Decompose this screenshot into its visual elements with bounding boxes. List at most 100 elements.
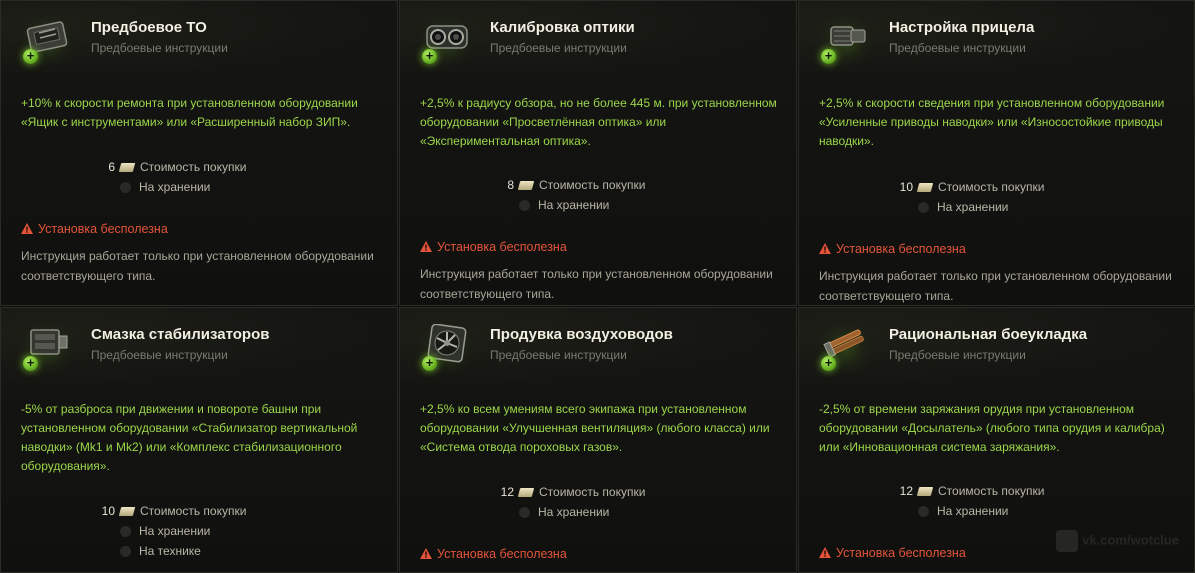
stabilizer-icon: + xyxy=(19,320,75,372)
card-description: +2,5% ко всем умениям всего экипажа при … xyxy=(420,402,770,454)
storage-label: На хранении xyxy=(937,200,1009,214)
instruction-card-ventilation[interactable]: + Продувка воздуховодов Предбоевые инстр… xyxy=(399,307,797,573)
plus-badge-icon: + xyxy=(821,49,836,64)
card-note: Инструкция работает только при установле… xyxy=(420,267,773,301)
credits-icon xyxy=(118,507,136,517)
rammer-icon: + xyxy=(817,320,873,372)
card-note: Инструкция работает только при установле… xyxy=(819,269,1172,303)
storage-row: На хранении xyxy=(91,522,210,540)
storage-row: На хранении xyxy=(889,198,1008,216)
price-row: 6 Стоимость покупки xyxy=(91,158,246,176)
warning-row: Установка бесполезна xyxy=(819,546,966,560)
warning-text: Установка бесполезна xyxy=(437,240,567,254)
vehicle-icon xyxy=(120,546,131,558)
credits-icon xyxy=(916,183,934,193)
watermark: vk.com/wotclue xyxy=(1056,530,1179,552)
card-subtitle: Предбоевые инструкции xyxy=(490,348,627,362)
warning-row: Установка бесполезна xyxy=(420,240,567,254)
storage-icon xyxy=(918,202,929,214)
price-value: 10 xyxy=(899,180,913,194)
card-subtitle: Предбоевые инструкции xyxy=(889,348,1026,362)
warning-text: Установка бесполезна xyxy=(437,547,567,561)
warning-row: Установка бесполезна xyxy=(420,547,567,561)
warning-icon xyxy=(420,241,432,252)
instruction-card-maintenance[interactable]: + Предбоевое ТО Предбоевые инструкции +1… xyxy=(0,0,398,306)
card-title: Рациональная боеукладка xyxy=(889,326,1088,343)
watermark-text: vk.com/wotclue xyxy=(1082,532,1179,548)
storage-row: На хранении xyxy=(889,502,1008,520)
storage-label: На хранении xyxy=(538,505,610,519)
card-subtitle: Предбоевые инструкции xyxy=(91,41,228,55)
vehicle-row: На технике xyxy=(91,542,201,560)
warning-icon xyxy=(420,548,432,559)
credits-icon xyxy=(517,488,535,498)
card-title: Продувка воздуховодов xyxy=(490,326,673,343)
plus-badge-icon: + xyxy=(23,49,38,64)
card-title: Калибровка оптики xyxy=(490,19,635,36)
card-subtitle: Предбоевые инструкции xyxy=(91,348,228,362)
price-value: 12 xyxy=(500,485,514,499)
card-subtitle: Предбоевые инструкции xyxy=(490,41,627,55)
price-value: 12 xyxy=(899,484,913,498)
price-value: 6 xyxy=(108,160,115,174)
gun-drive-icon: + xyxy=(817,13,873,65)
storage-icon xyxy=(519,200,530,212)
toolbox-icon: + xyxy=(19,13,75,65)
storage-icon xyxy=(120,526,131,538)
price-label: Стоимость покупки xyxy=(140,504,247,518)
warning-text: Установка бесполезна xyxy=(38,222,168,236)
card-title: Предбоевое ТО xyxy=(91,19,207,36)
price-label: Стоимость покупки xyxy=(938,484,1045,498)
price-value: 10 xyxy=(101,504,115,518)
storage-icon xyxy=(120,182,131,194)
card-description: +2,5% к скорости сведения при установлен… xyxy=(819,96,1165,148)
warning-icon xyxy=(21,223,33,234)
storage-label: На хранении xyxy=(139,524,211,538)
instruction-card-stabilizer[interactable]: + Смазка стабилизаторов Предбоевые инстр… xyxy=(0,307,398,573)
price-row: 10 Стоимость покупки xyxy=(91,502,247,520)
warning-text: Установка бесполезна xyxy=(836,546,966,560)
card-description: +10% к скорости ремонта при установленно… xyxy=(21,96,358,129)
price-row: 8 Стоимость покупки xyxy=(490,176,645,194)
plus-badge-icon: + xyxy=(422,49,437,64)
storage-label: На хранении xyxy=(139,180,211,194)
card-description: -5% от разброса при движении и повороте … xyxy=(21,402,358,473)
storage-icon xyxy=(519,507,530,519)
price-row: 10 Стоимость покупки xyxy=(889,178,1045,196)
storage-row: На хранении xyxy=(490,503,609,521)
warning-row: Установка бесполезна xyxy=(21,222,168,236)
storage-icon xyxy=(918,506,929,518)
price-label: Стоимость покупки xyxy=(539,178,646,192)
card-description: -2,5% от времени заряжания орудия при ус… xyxy=(819,402,1165,454)
price-label: Стоимость покупки xyxy=(140,160,247,174)
price-label: Стоимость покупки xyxy=(539,485,646,499)
price-label: Стоимость покупки xyxy=(938,180,1045,194)
vehicle-label: На технике xyxy=(139,544,201,558)
credits-icon xyxy=(118,163,136,173)
optics-icon: + xyxy=(418,13,474,65)
warning-text: Установка бесполезна xyxy=(836,242,966,256)
card-title: Настройка прицела xyxy=(889,19,1035,36)
warning-icon xyxy=(819,243,831,254)
price-value: 8 xyxy=(507,178,514,192)
plus-badge-icon: + xyxy=(821,356,836,371)
instruction-card-optics[interactable]: + Калибровка оптики Предбоевые инструкци… xyxy=(399,0,797,306)
instruction-card-aiming[interactable]: + Настройка прицела Предбоевые инструкци… xyxy=(798,0,1195,306)
credits-icon xyxy=(916,487,934,497)
storage-label: На хранении xyxy=(937,504,1009,518)
card-title: Смазка стабилизаторов xyxy=(91,326,270,343)
vk-logo-icon xyxy=(1056,530,1079,552)
credits-icon xyxy=(517,181,535,191)
storage-row: На хранении xyxy=(91,178,210,196)
warning-row: Установка бесполезна xyxy=(819,242,966,256)
card-note: Инструкция работает только при установле… xyxy=(21,249,374,283)
plus-badge-icon: + xyxy=(422,356,437,371)
storage-label: На хранении xyxy=(538,198,610,212)
fan-icon: + xyxy=(418,320,474,372)
warning-icon xyxy=(819,547,831,558)
price-row: 12 Стоимость покупки xyxy=(889,482,1045,500)
storage-row: На хранении xyxy=(490,196,609,214)
plus-badge-icon: + xyxy=(23,356,38,371)
price-row: 12 Стоимость покупки xyxy=(490,483,646,501)
card-description: +2,5% к радиусу обзора, но не более 445 … xyxy=(420,96,777,148)
